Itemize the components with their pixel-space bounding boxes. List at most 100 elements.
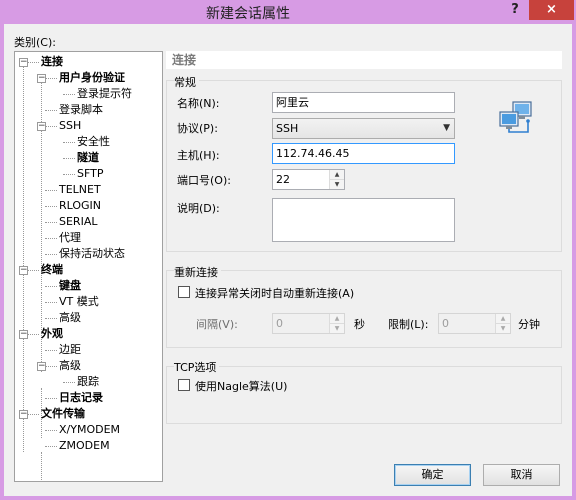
tree-item[interactable]: 高级 xyxy=(59,358,81,374)
reconnect-group-title: 重新连接 xyxy=(174,264,221,280)
ok-button[interactable]: 确定 xyxy=(394,464,471,486)
tree-guide-line xyxy=(27,270,39,271)
tree-guide-line xyxy=(63,94,75,95)
interval-up-arrow-icon[interactable]: ▲ xyxy=(330,314,344,324)
tree-item[interactable]: 登录脚本 xyxy=(59,102,103,118)
tree-item[interactable]: 代理 xyxy=(59,230,81,246)
tree-guide-line xyxy=(45,366,57,367)
tree-guide-line xyxy=(27,414,39,415)
tree-item[interactable]: 边距 xyxy=(59,342,81,358)
interval-stepper-buttons: ▲ ▼ xyxy=(329,314,344,333)
tree-guide-line xyxy=(45,286,57,287)
interval-stepper[interactable]: 0 ▲ ▼ xyxy=(272,313,345,334)
tree-item[interactable]: 连接 xyxy=(41,54,63,70)
tcp-group xyxy=(166,366,562,424)
protocol-value: SSH xyxy=(276,122,299,135)
tree-item[interactable]: 登录提示符 xyxy=(77,86,132,102)
tree-guide-line xyxy=(45,398,57,399)
tree-guide-line xyxy=(45,318,57,319)
limit-stepper-buttons: ▲ ▼ xyxy=(495,314,510,333)
nagle-checkbox[interactable] xyxy=(178,379,190,391)
port-up-arrow-icon[interactable]: ▲ xyxy=(330,170,344,180)
port-stepper[interactable]: 22 ▲ ▼ xyxy=(272,169,345,190)
tree-collapse-icon[interactable]: − xyxy=(37,362,46,371)
name-label: 名称(N): xyxy=(177,97,220,110)
tree-guide-line xyxy=(45,126,57,127)
tree-collapse-icon[interactable]: − xyxy=(37,74,46,83)
category-label: 类别(C): xyxy=(14,36,56,49)
auto-reconnect-checkbox[interactable] xyxy=(178,286,190,298)
interval-value: 0 xyxy=(276,317,283,330)
host-input[interactable]: 112.74.46.45 xyxy=(272,143,455,164)
tree-guide-line xyxy=(23,60,24,452)
tree-guide-line xyxy=(45,110,57,111)
category-tree[interactable]: − 连接 − 用户身份验证 登录提示符 登录脚本 − SSH 安全性 隧道 SFTP TELNET RL… xyxy=(14,51,163,482)
limit-up-arrow-icon[interactable]: ▲ xyxy=(496,314,510,324)
tree-collapse-icon[interactable]: − xyxy=(19,330,28,339)
tree-collapse-icon[interactable]: − xyxy=(19,410,28,419)
tree-item[interactable]: 日志记录 xyxy=(59,390,103,406)
network-connection-icon xyxy=(499,101,532,133)
chevron-down-icon: ▼ xyxy=(443,123,450,133)
limit-stepper[interactable]: 0 ▲ ▼ xyxy=(438,313,511,334)
port-label: 端口号(O): xyxy=(177,174,231,187)
tcp-group-title: TCP选项 xyxy=(174,359,220,375)
section-header: 连接 xyxy=(166,51,562,69)
window-title: 新建会话属性 xyxy=(206,6,290,22)
port-value: 22 xyxy=(276,173,290,186)
tree-collapse-icon[interactable]: − xyxy=(19,266,28,275)
tree-item[interactable]: 隧道 xyxy=(77,150,99,166)
auto-reconnect-label[interactable]: 连接异常关闭时自动重新连接(A) xyxy=(195,285,354,301)
protocol-select[interactable]: SSH ▼ xyxy=(272,118,455,139)
tree-item[interactable]: SSH xyxy=(59,118,81,134)
help-button[interactable]: ? xyxy=(504,0,526,20)
tree-guide-line xyxy=(27,62,39,63)
close-button[interactable]: × xyxy=(529,0,574,20)
tree-item[interactable]: 外观 xyxy=(41,326,63,342)
limit-value: 0 xyxy=(442,317,449,330)
dialog-window: 新建会话属性 ? × 类别(C): − 连接 − 用户身份验证 登录提示符 登录脚本 − SS… xyxy=(0,0,576,500)
limit-down-arrow-icon[interactable]: ▼ xyxy=(496,324,510,333)
tree-item[interactable]: SERIAL xyxy=(59,214,97,230)
port-down-arrow-icon[interactable]: ▼ xyxy=(330,180,344,189)
tree-guide-line xyxy=(27,334,39,335)
dialog-client: 类别(C): − 连接 − 用户身份验证 登录提示符 登录脚本 − SSH 安全性 隧道 SFTP T… xyxy=(4,24,572,496)
tree-item[interactable]: 高级 xyxy=(59,310,81,326)
tree-item[interactable]: 用户身份验证 xyxy=(59,70,125,86)
tree-item[interactable]: ZMODEM xyxy=(59,438,110,454)
tree-guide-line xyxy=(63,382,75,383)
cancel-button[interactable]: 取消 xyxy=(483,464,560,486)
tree-item[interactable]: 安全性 xyxy=(77,134,110,150)
host-label: 主机(H): xyxy=(177,149,220,162)
tree-collapse-icon[interactable]: − xyxy=(37,122,46,131)
tree-guide-line xyxy=(63,158,75,159)
tree-item[interactable]: X/YMODEM xyxy=(59,422,120,438)
tree-guide-line xyxy=(63,142,75,143)
tree-guide-line xyxy=(45,446,57,447)
tree-item[interactable]: VT 模式 xyxy=(59,294,99,310)
tree-guide-line xyxy=(41,452,42,481)
interval-down-arrow-icon[interactable]: ▼ xyxy=(330,324,344,333)
interval-unit: 秒 xyxy=(354,318,365,331)
tree-guide-line xyxy=(45,78,57,79)
port-stepper-buttons: ▲ ▼ xyxy=(329,170,344,189)
limit-unit: 分钟 xyxy=(518,318,540,331)
nagle-label[interactable]: 使用Nagle算法(U) xyxy=(195,378,287,394)
tree-guide-line xyxy=(45,190,57,191)
tree-guide-line xyxy=(45,238,57,239)
title-bar: 新建会话属性 ? × xyxy=(0,0,576,24)
tree-item[interactable]: 终端 xyxy=(41,262,63,278)
tree-item[interactable]: 文件传输 xyxy=(41,406,85,422)
tree-item[interactable]: SFTP xyxy=(77,166,103,182)
interval-label: 间隔(V): xyxy=(196,318,238,331)
limit-label: 限制(L): xyxy=(388,318,429,331)
tree-item[interactable]: 保持活动状态 xyxy=(59,246,125,262)
tree-item[interactable]: 键盘 xyxy=(59,278,81,294)
tree-item[interactable]: 跟踪 xyxy=(77,374,99,390)
reconnect-group xyxy=(166,270,562,348)
tree-collapse-icon[interactable]: − xyxy=(19,58,28,67)
tree-item[interactable]: RLOGIN xyxy=(59,198,101,214)
name-input[interactable]: 阿里云 xyxy=(272,92,455,113)
tree-item[interactable]: TELNET xyxy=(59,182,101,198)
description-input[interactable] xyxy=(272,198,455,242)
